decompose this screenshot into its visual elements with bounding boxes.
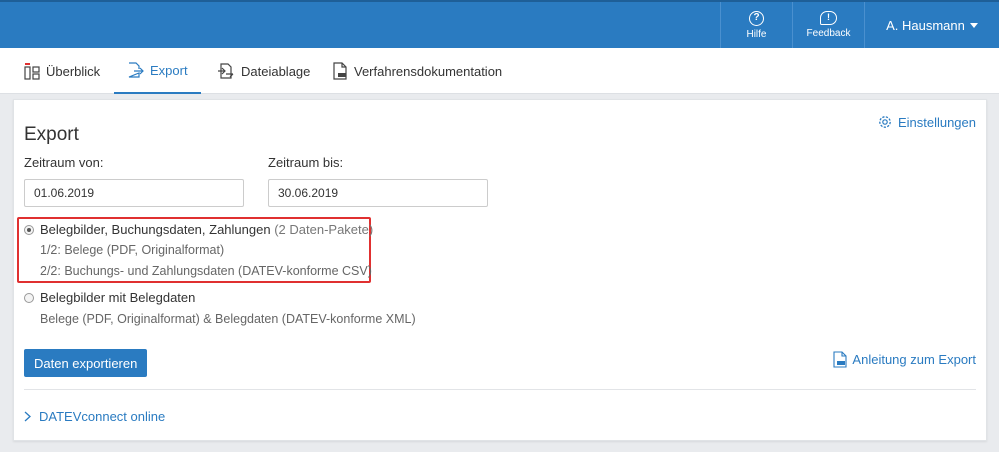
divider <box>24 389 976 390</box>
export-guide-link[interactable]: Anleitung zum Export <box>833 351 976 368</box>
option1-label[interactable]: Belegbilder, Buchungsdaten, Zahlungen (2… <box>40 222 373 237</box>
connect-label: DATEVconnect online <box>39 409 166 424</box>
export-icon <box>128 62 144 78</box>
page-title: Export <box>24 124 79 145</box>
help-icon: ? <box>749 10 764 26</box>
datevconnect-link[interactable]: DATEVconnect online <box>24 409 165 424</box>
option1-radio[interactable] <box>24 225 34 235</box>
feedback-icon: ! <box>820 11 837 25</box>
tab-label: Überblick <box>46 63 101 79</box>
option2-line1: Belege (PDF, Originalformat) & Belegdate… <box>40 312 416 326</box>
tab-dateiablage[interactable]: Dateiablage <box>205 48 322 94</box>
option1-note: (2 Daten-Pakete) <box>274 222 374 237</box>
tab-bar: Überblick Export Dateiablage Verfahrensd… <box>0 48 999 94</box>
from-label: Zeitraum von: <box>24 155 104 170</box>
export-card: Export Einstellungen Zeitraum von: Zeitr… <box>13 99 987 441</box>
tab-label: Dateiablage <box>241 63 311 79</box>
help-label: Hilfe <box>746 28 767 40</box>
document-icon <box>333 62 347 80</box>
user-menu[interactable]: A. Hausmann <box>864 2 999 48</box>
user-name: A. Hausmann <box>886 17 965 33</box>
option2-radio[interactable] <box>24 293 34 303</box>
feedback-label: Feedback <box>806 28 851 39</box>
gear-icon <box>879 116 891 128</box>
guide-label: Anleitung zum Export <box>852 352 976 367</box>
top-bar: ? Hilfe ! Feedback A. Hausmann <box>0 0 999 48</box>
tab-export[interactable]: Export <box>114 48 201 94</box>
tab-verfahrensdokumentation[interactable]: Verfahrensdokumentation <box>320 48 514 94</box>
option1-title: Belegbilder, Buchungsdaten, Zahlungen <box>40 222 271 237</box>
pdf-icon <box>833 351 847 368</box>
tab-label: Verfahrensdokumentation <box>354 63 503 79</box>
chevron-right-icon <box>24 411 31 422</box>
from-date-input[interactable] <box>24 179 244 207</box>
overview-icon <box>24 63 40 80</box>
feedback-button[interactable]: ! Feedback <box>792 2 864 48</box>
file-storage-icon <box>218 63 234 79</box>
option2-label[interactable]: Belegbilder mit Belegdaten <box>40 290 195 305</box>
help-button[interactable]: ? Hilfe <box>720 2 792 48</box>
caret-down-icon <box>969 22 978 28</box>
tab-ueberblick[interactable]: Überblick <box>12 48 112 94</box>
option1-line2: 2/2: Buchungs- und Zahlungsdaten (DATEV-… <box>40 264 372 278</box>
to-date-input[interactable] <box>268 179 488 207</box>
option1-line1: 1/2: Belege (PDF, Originalformat) <box>40 243 225 257</box>
to-label: Zeitraum bis: <box>268 155 344 170</box>
tab-label: Export <box>150 62 188 78</box>
settings-link[interactable]: Einstellungen <box>877 114 976 130</box>
settings-label: Einstellungen <box>897 114 976 130</box>
export-data-button[interactable]: Daten exportieren <box>24 349 148 377</box>
